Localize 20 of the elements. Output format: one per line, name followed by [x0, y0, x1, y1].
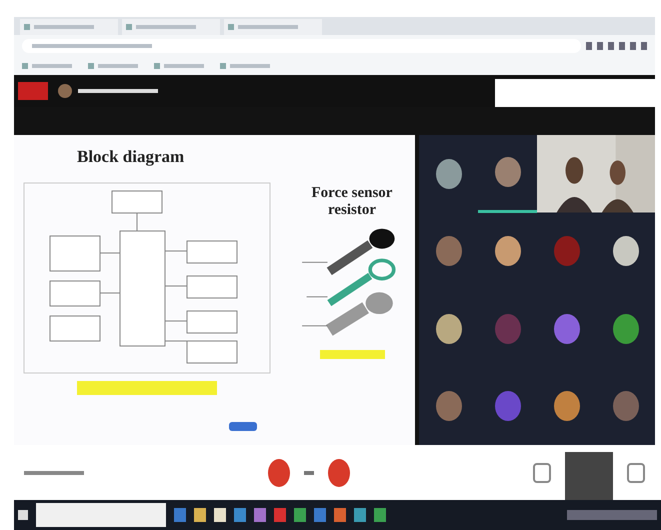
camera-button[interactable] [328, 458, 350, 486]
address-bar[interactable] [22, 39, 581, 53]
slide-subtitle: Force sensor resistor [310, 185, 394, 218]
slide-pager[interactable] [229, 422, 257, 431]
start-icon[interactable] [18, 510, 28, 520]
search-field[interactable] [36, 503, 166, 527]
caption-highlight [320, 350, 384, 359]
slide-title: Block diagram [77, 147, 186, 167]
presenter-avatar [58, 84, 72, 98]
browser-tab[interactable] [224, 19, 322, 35]
bookmark-item[interactable] [88, 63, 138, 69]
bookmark-item[interactable] [220, 63, 270, 69]
browser-tab[interactable] [122, 19, 220, 35]
bookmark-item[interactable] [22, 63, 72, 69]
bookmark-item[interactable] [154, 63, 204, 69]
microphone-button[interactable] [268, 458, 290, 486]
popup-panel [565, 452, 613, 500]
recording-badge [18, 82, 48, 100]
browser-tab[interactable] [20, 19, 118, 35]
more-button[interactable] [304, 470, 314, 474]
